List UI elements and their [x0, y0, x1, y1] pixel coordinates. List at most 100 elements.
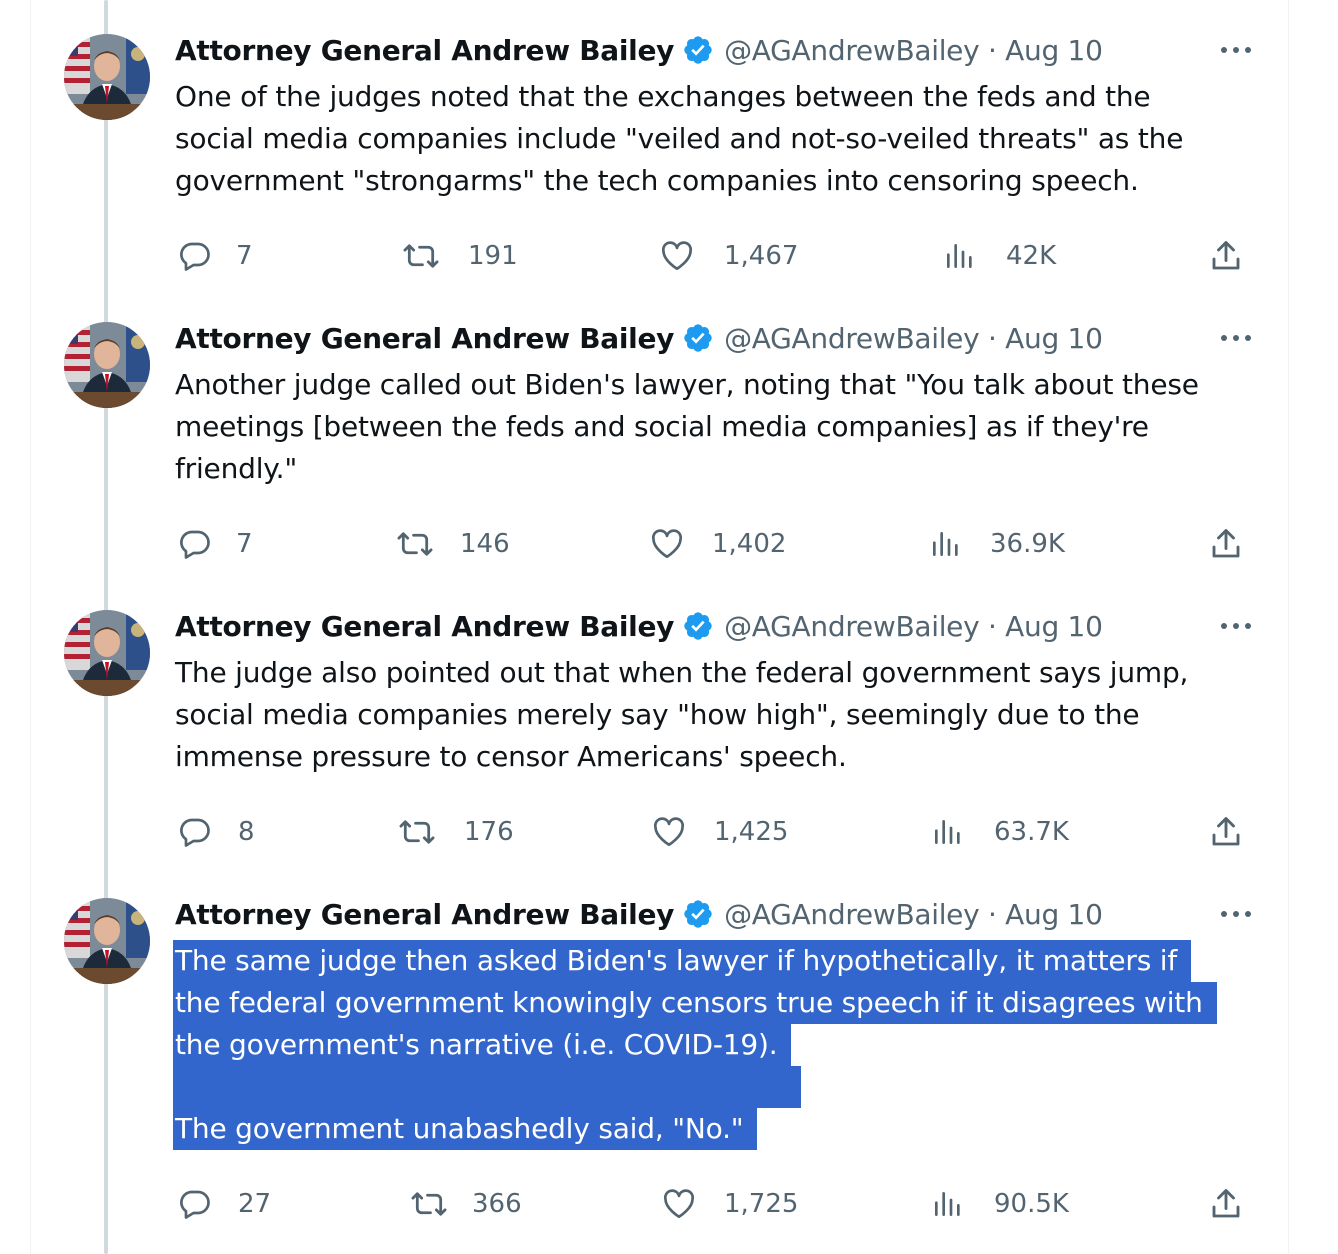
tweet-header: Attorney General Andrew Bailey @AGAndrew… [175, 604, 1103, 648]
like-button[interactable]: 1,725 [660, 1184, 798, 1224]
repost-count: 176 [464, 817, 514, 847]
repost-count: 146 [460, 529, 510, 559]
share-icon [1207, 813, 1245, 851]
reply-button[interactable]: 27 [176, 1184, 271, 1224]
view-count: 90.5K [994, 1189, 1069, 1219]
heart-icon [660, 1185, 698, 1223]
repost-icon [396, 525, 434, 563]
tweet-header: Attorney General Andrew Bailey @AGAndrew… [175, 892, 1103, 936]
handle-and-date[interactable]: @AGAndrewBailey · Aug 10 [724, 610, 1103, 643]
tweet-actions: 7 146 1,402 36.9K [0, 524, 1338, 564]
view-count: 42K [1006, 241, 1057, 271]
author-name[interactable]: Attorney General Andrew Bailey [175, 610, 674, 643]
tweet-text-line: Another judge called out Biden's lawyer,… [175, 368, 1199, 401]
reply-count: 7 [236, 241, 253, 271]
like-button[interactable]: 1,425 [650, 812, 788, 852]
timeline-border-left [30, 0, 31, 1254]
tweet-actions: 27 366 1,725 90.5K [0, 1184, 1338, 1224]
more-options-icon[interactable] [1218, 902, 1254, 926]
handle-and-date[interactable]: @AGAndrewBailey · Aug 10 [724, 322, 1103, 355]
author-name[interactable]: Attorney General Andrew Bailey [175, 898, 674, 931]
more-options-icon[interactable] [1218, 326, 1254, 350]
tweet-header: Attorney General Andrew Bailey @AGAndrew… [175, 316, 1103, 360]
tweet-text-line: the government's narrative (i.e. COVID-1… [173, 1024, 792, 1066]
views-button[interactable]: 42K [940, 236, 1056, 276]
tweet-text-line: government "strongarms" the tech compani… [175, 164, 1139, 197]
tweet-text-line: One of the judges noted that the exchang… [175, 80, 1151, 113]
heart-icon [658, 237, 696, 275]
repost-button[interactable]: 146 [396, 524, 510, 564]
view-count: 36.9K [990, 529, 1065, 559]
tweet-text-line: immense pressure to censor Americans' sp… [175, 740, 847, 773]
view-count: 63.7K [994, 817, 1069, 847]
tweet-actions: 7 191 1,467 42K [0, 236, 1338, 276]
share-button[interactable] [1207, 524, 1245, 564]
more-options-icon[interactable] [1218, 614, 1254, 638]
tweet-text-line: meetings [between the feds and social me… [175, 410, 1149, 443]
views-chart-icon [940, 237, 978, 275]
tweet-text-line: friendly." [175, 452, 298, 485]
verified-badge-icon[interactable] [682, 34, 714, 66]
views-button[interactable]: 63.7K [928, 812, 1069, 852]
views-chart-icon [928, 813, 966, 851]
tweet-text-line: The judge also pointed out that when the… [175, 656, 1189, 689]
reply-count: 8 [238, 817, 255, 847]
heart-icon [648, 525, 686, 563]
like-count: 1,402 [712, 529, 787, 559]
avatar[interactable] [64, 322, 150, 408]
share-icon [1207, 525, 1245, 563]
share-icon [1207, 1185, 1245, 1223]
like-count: 1,467 [724, 241, 799, 271]
views-button[interactable]: 36.9K [926, 524, 1065, 564]
reply-button[interactable]: 7 [176, 524, 253, 564]
tweet-text-line: The government unabashedly said, "No." [173, 1108, 758, 1150]
reply-button[interactable]: 8 [176, 812, 255, 852]
views-chart-icon [928, 1185, 966, 1223]
reply-icon [176, 813, 214, 851]
like-count: 1,425 [714, 817, 789, 847]
tweet-header: Attorney General Andrew Bailey @AGAndrew… [175, 28, 1103, 72]
tweet-text: One of the judges noted that the exchang… [175, 76, 1255, 202]
like-button[interactable]: 1,402 [648, 524, 786, 564]
handle-and-date[interactable]: @AGAndrewBailey · Aug 10 [724, 34, 1103, 67]
author-name[interactable]: Attorney General Andrew Bailey [175, 322, 674, 355]
verified-badge-icon[interactable] [682, 322, 714, 354]
like-button[interactable]: 1,467 [658, 236, 798, 276]
tweet-text-selected: The same judge then asked Biden's lawyer… [173, 940, 1255, 1150]
verified-badge-icon[interactable] [682, 610, 714, 642]
repost-button[interactable]: 366 [410, 1184, 522, 1224]
views-chart-icon [926, 525, 964, 563]
views-button[interactable]: 90.5K [928, 1184, 1069, 1224]
reply-icon [176, 237, 214, 275]
repost-icon [402, 237, 440, 275]
avatar[interactable] [64, 34, 150, 120]
share-icon [1207, 237, 1245, 275]
tweet-text-line: The same judge then asked Biden's lawyer… [173, 940, 1192, 982]
tweet-text-line: the federal government knowingly censors… [173, 982, 1217, 1024]
repost-button[interactable]: 176 [398, 812, 514, 852]
verified-badge-icon[interactable] [682, 898, 714, 930]
reply-count: 27 [238, 1189, 272, 1219]
tweet-actions: 8 176 1,425 63.7K [0, 812, 1338, 852]
repost-icon [410, 1185, 448, 1223]
reply-icon [176, 1185, 214, 1223]
reply-button[interactable]: 7 [176, 236, 253, 276]
repost-button[interactable]: 191 [402, 236, 518, 276]
share-button[interactable] [1207, 812, 1245, 852]
tweet-text: Another judge called out Biden's lawyer,… [175, 364, 1255, 490]
share-button[interactable] [1207, 1184, 1245, 1224]
more-options-icon[interactable] [1218, 38, 1254, 62]
share-button[interactable] [1207, 236, 1245, 276]
repost-icon [398, 813, 436, 851]
heart-icon [650, 813, 688, 851]
handle-and-date[interactable]: @AGAndrewBailey · Aug 10 [724, 898, 1103, 931]
selected-blank-line [173, 1066, 801, 1108]
avatar[interactable] [64, 898, 150, 984]
author-name[interactable]: Attorney General Andrew Bailey [175, 34, 674, 67]
timeline-border-right [1288, 0, 1289, 1254]
avatar[interactable] [64, 610, 150, 696]
tweet-text-line: social media companies merely say "how h… [175, 698, 1140, 731]
tweet-text: The judge also pointed out that when the… [175, 652, 1255, 778]
reply-icon [176, 525, 214, 563]
like-count: 1,725 [724, 1189, 799, 1219]
